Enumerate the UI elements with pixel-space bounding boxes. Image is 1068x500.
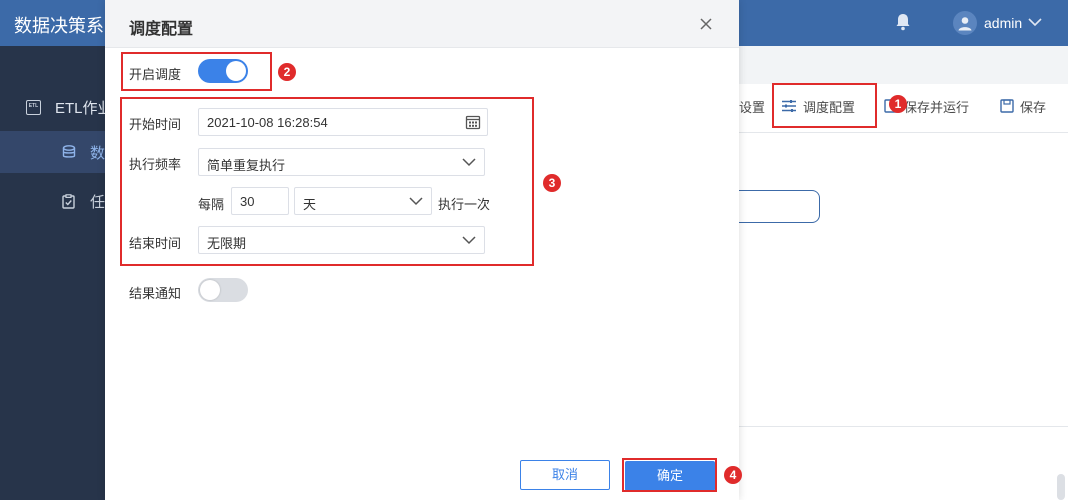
step-badge-4: 4 (724, 466, 742, 484)
sidebar-item-data[interactable]: 数 (0, 131, 105, 173)
bell-icon[interactable] (895, 13, 911, 31)
step-badge-3: 3 (543, 174, 561, 192)
background-input[interactable] (739, 190, 820, 223)
highlight-box-4 (622, 458, 717, 492)
cancel-button[interactable]: 取消 (520, 460, 610, 490)
chevron-down-icon[interactable] (1028, 18, 1042, 27)
divider (739, 426, 1068, 427)
notify-toggle[interactable] (198, 278, 248, 302)
toolbar-settings-label: 设置 (739, 99, 766, 115)
save-icon (1000, 99, 1014, 113)
toolbar-save-run-label: 保存并运行 (904, 99, 970, 115)
user-icon (958, 17, 972, 31)
sidebar-item-etl[interactable]: ETL ETL作业 (0, 88, 113, 126)
clipboard-icon (62, 194, 75, 209)
etl-icon: ETL (26, 100, 41, 115)
highlight-box-1 (772, 83, 877, 128)
user-name[interactable]: admin (984, 15, 1022, 31)
divider (739, 132, 1068, 133)
toolbar-save-label: 保存 (1020, 99, 1047, 115)
sidebar-item-label: 任 (90, 194, 106, 211)
toolbar-save-button[interactable]: 保存 (1000, 96, 1046, 116)
content-header (739, 46, 1068, 84)
step-badge-1: 1 (889, 95, 907, 113)
highlight-box-2 (121, 52, 272, 91)
close-icon[interactable] (699, 17, 713, 31)
database-icon (62, 145, 76, 158)
highlight-box-3 (120, 97, 534, 266)
toggle-knob (200, 280, 220, 300)
dialog-header: 调度配置 (105, 0, 739, 48)
sidebar-item-task[interactable]: 任 (0, 184, 105, 220)
app-title: 数据决策系 (14, 16, 104, 36)
scrollbar-thumb[interactable] (1057, 474, 1065, 500)
step-badge-2: 2 (278, 63, 296, 81)
dialog-title: 调度配置 (129, 21, 194, 38)
sidebar-item-label: 数 (90, 145, 106, 162)
avatar[interactable] (953, 11, 977, 35)
toolbar-settings-button[interactable]: 设置 (739, 96, 765, 116)
sidebar-item-label: ETL作业 (55, 100, 113, 117)
notify-label: 结果通知 (129, 286, 182, 301)
